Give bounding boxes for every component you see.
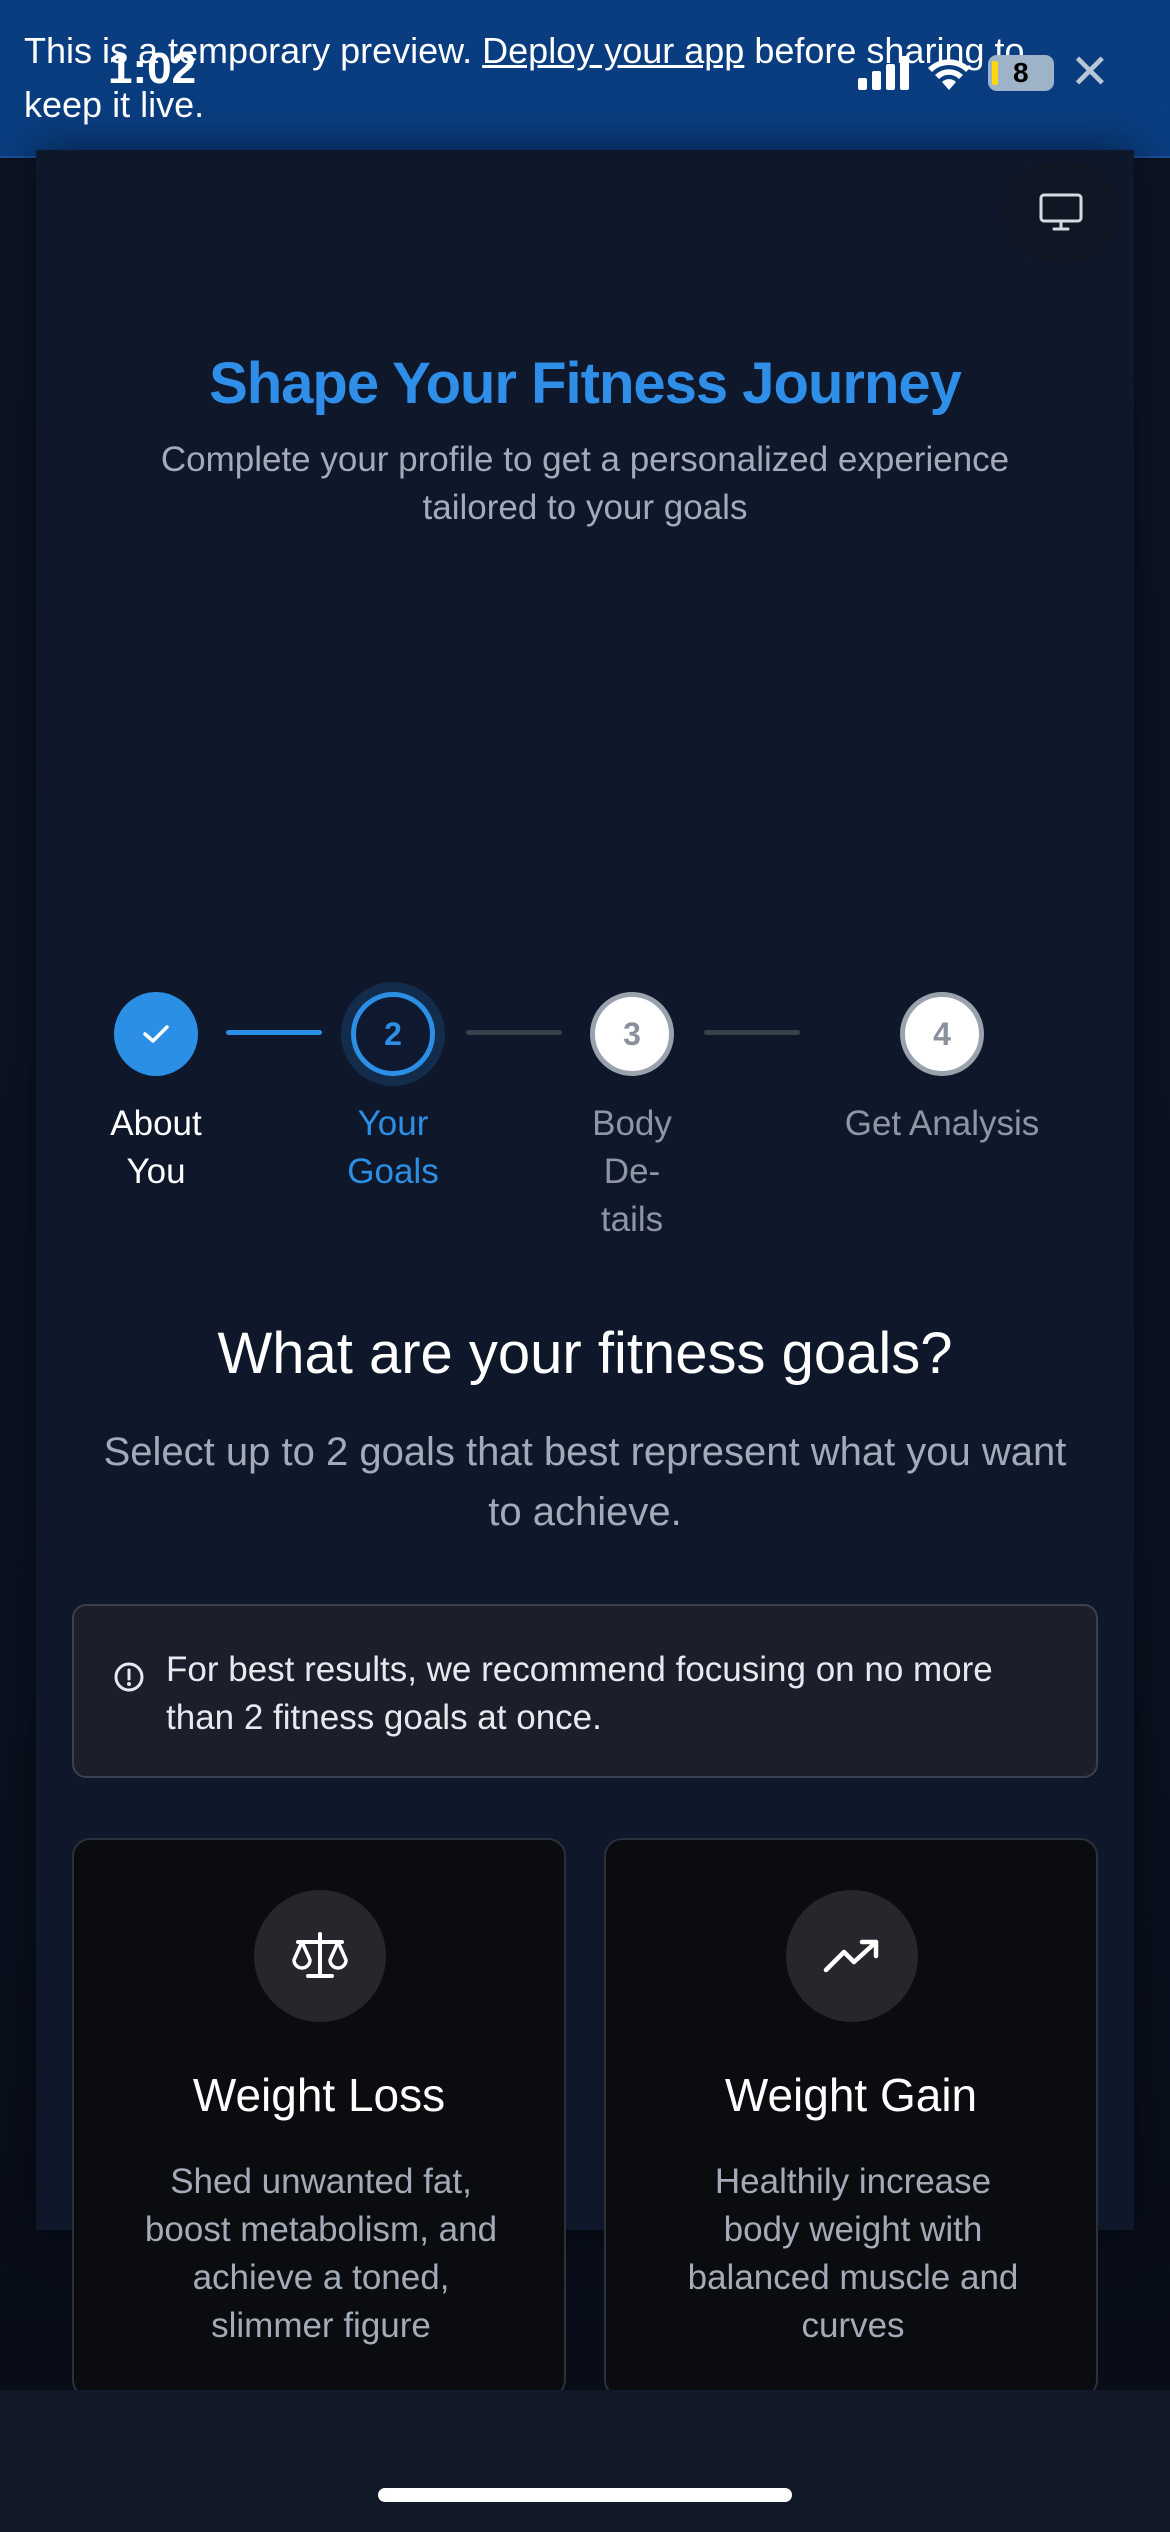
check-icon [143,1025,169,1043]
home-indicator[interactable] [378,2488,792,2502]
step-4-indicator[interactable]: 4 [900,992,984,1076]
wifi-icon [927,59,970,90]
preview-banner: This is a temporary preview. Deploy your… [0,0,1170,158]
close-banner-icon[interactable]: ✕ [1070,49,1110,97]
step-1-indicator[interactable] [114,992,198,1076]
step-2-indicator[interactable]: 2 [351,992,435,1076]
goal-title: Weight Gain [724,2069,978,2121]
recommendation-note: For best results, we recommend focusing … [72,1604,1098,1778]
step-1-label: About You [76,1100,236,1196]
banner-text-before: This is a temporary preview. [24,30,483,71]
status-icons: 8 ✕ [857,48,1110,98]
goal-icon-container [254,1890,386,2022]
info-circle-icon [114,1662,144,1692]
step-3-label-line1: Body [592,1104,672,1143]
goal-card-weight-gain[interactable]: Weight Gain Healthily increase body weig… [604,1838,1098,2398]
goal-icon-container [786,1890,918,2022]
step-3-label-line3: tails [600,1200,664,1239]
goal-title: Weight Loss [192,2069,446,2121]
bottom-safe-area [0,2390,1170,2532]
page-subtitle: Complete your profile to get a personali… [160,440,1010,527]
battery-level: 8 [1012,57,1029,88]
step-3-indicator[interactable]: 3 [590,992,674,1076]
step-2-label-line2: Goals [347,1152,439,1191]
page-title: Shape Your Fitness Journey [209,351,962,416]
note-text: For best results, we recommend focusing … [166,1650,993,1737]
cellular-signal-icon [857,56,909,90]
scale-icon [292,1932,348,1978]
device-preview-button[interactable] [1002,162,1120,262]
step-2-label-line1: Your [357,1104,429,1143]
question-subtitle: Select up to 2 goals that best represent… [103,1430,1067,1534]
step-connector-3 [704,1030,800,1035]
step-connector-1 [226,1030,322,1035]
step-3-label-line2: De- [603,1152,661,1191]
step-4-label: Get Analysis [812,1100,1072,1148]
goal-description: Shed unwanted fat, boost metabolism, and… [144,2162,498,2345]
status-time: 1:02 [108,44,197,93]
step-1-label-line1: About [110,1104,202,1143]
question-title: What are your fitness goals? [217,1321,953,1386]
step-3-label: Body De- tails [552,1100,712,1244]
goal-description: Healthily increase body weight with bala… [687,2162,1019,2345]
goal-card-weight-loss[interactable]: Weight Loss Shed unwanted fat, boost met… [72,1838,566,2398]
battery-icon: 8 [987,55,1054,91]
step-connector-2 [466,1030,562,1035]
step-2-label: Your Goals [313,1100,473,1196]
trending-up-icon [823,1939,879,1973]
deploy-app-link[interactable]: Deploy your app [482,30,744,71]
step-4-label-line1: Get Analysis [844,1104,1040,1143]
monitor-icon [1039,193,1083,231]
step-1-label-line2: You [126,1152,186,1191]
